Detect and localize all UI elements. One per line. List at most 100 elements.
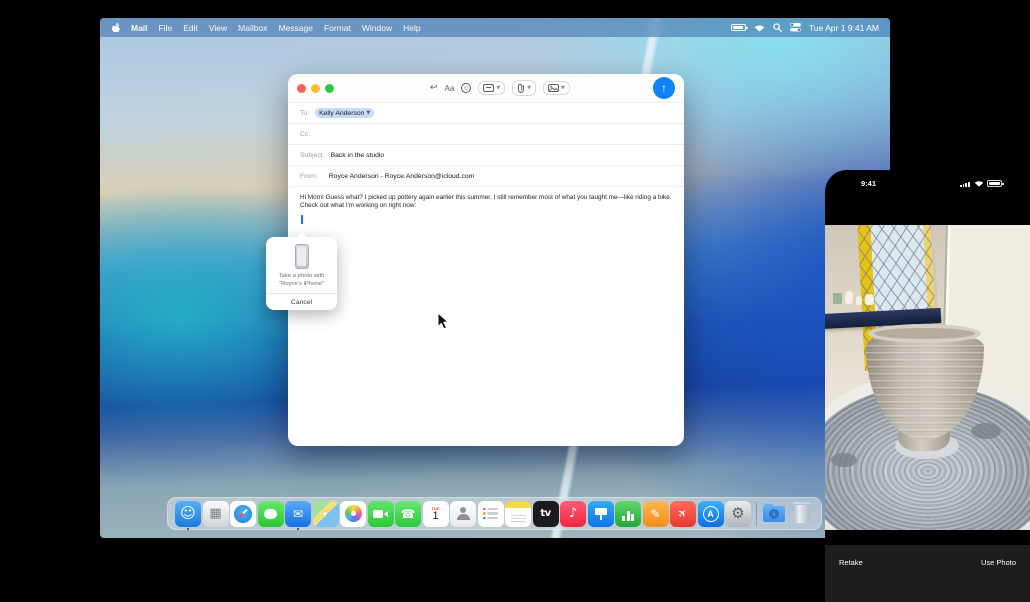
mail-toolbar: ↩ Aa ☺ ▼ ▼ ▼ ↑ xyxy=(288,74,684,103)
minimize-window-button[interactable] xyxy=(311,84,320,93)
cellular-signal-icon xyxy=(960,182,970,188)
chevron-down-icon: ▼ xyxy=(366,110,370,116)
use-photo-button[interactable]: Use Photo xyxy=(981,558,1016,567)
dock-app-keynote[interactable] xyxy=(588,501,614,527)
video-camera-icon xyxy=(373,510,383,518)
camera-action-bar: Retake Use Photo xyxy=(825,545,1030,602)
iphone-status-bar: 9:41 xyxy=(825,170,1030,196)
dock-app-maps[interactable]: ➤ xyxy=(313,501,339,527)
spotlight-search-icon[interactable] xyxy=(773,23,782,32)
chevron-down-icon: ▼ xyxy=(496,85,500,91)
format-text-button[interactable]: Aa xyxy=(445,84,455,93)
tv-logo: tv xyxy=(540,509,550,519)
dock-app-phone[interactable]: ☎ xyxy=(395,501,421,527)
running-indicator xyxy=(297,528,300,531)
apple-menu[interactable] xyxy=(111,22,120,33)
iphone-device-icon xyxy=(295,244,309,269)
dock-app-finder[interactable]: ☺ xyxy=(175,501,201,527)
send-arrow-icon: ↑ xyxy=(661,81,667,95)
camera-preview-pottery-photo xyxy=(825,225,1030,530)
green-card xyxy=(833,293,842,304)
to-label: To: xyxy=(300,110,309,117)
apple-logo-icon xyxy=(111,22,120,33)
header-fields-button[interactable]: ▼ xyxy=(478,81,505,95)
iphone-clock: 9:41 xyxy=(861,179,876,188)
attach-file-button[interactable]: ▼ xyxy=(512,80,536,96)
paperclip-icon xyxy=(517,83,525,93)
text-caret xyxy=(301,215,303,224)
music-note-icon: ♪ xyxy=(569,507,577,520)
menu-item-mail[interactable]: Mail xyxy=(131,23,148,33)
subject-value: Back in the studio xyxy=(331,152,385,159)
dock-app-reminders[interactable] xyxy=(478,501,504,527)
menu-bar-clock[interactable]: Tue Apr 1 9:41 AM xyxy=(809,23,879,33)
dock-app-rocket[interactable]: ✈ xyxy=(670,501,696,527)
downloads-folder-icon: ↓ xyxy=(763,506,785,522)
dock-app-appstore[interactable]: A xyxy=(698,501,724,527)
cc-label: Cc: xyxy=(300,131,310,138)
recipient-token[interactable]: Kelly Anderson▼ xyxy=(315,108,374,118)
location-arrow-icon: ➤ xyxy=(320,508,330,518)
dock-app-notes[interactable] xyxy=(505,501,531,527)
dock-app-calendar[interactable]: Tue1 xyxy=(423,501,449,527)
envelope-icon: ✉ xyxy=(293,508,303,520)
to-field-row[interactable]: To: Kelly Anderson▼ xyxy=(288,103,684,124)
phone-handset-icon: ☎ xyxy=(401,508,416,520)
from-field-row[interactable]: From: Royce Anderson - Royce.Anderson@ic… xyxy=(288,166,684,187)
podium-icon xyxy=(595,508,607,515)
cancel-button[interactable]: Cancel xyxy=(266,293,337,310)
dock-app-launchpad[interactable]: ▦ xyxy=(203,501,229,527)
undo-button[interactable]: ↩ xyxy=(430,84,438,93)
chevron-down-icon: ▼ xyxy=(561,85,565,91)
dock-app-tv[interactable]: tv xyxy=(533,501,559,527)
insert-photo-button[interactable]: ▼ xyxy=(543,81,570,95)
menu-item-help[interactable]: Help xyxy=(403,23,420,33)
control-center-icon[interactable] xyxy=(790,23,801,32)
menu-item-mailbox[interactable]: Mailbox xyxy=(238,23,267,33)
zoom-window-button[interactable] xyxy=(325,84,334,93)
dock: ☺ ▦ ✉ ➤ ☎ Tue1 tv ♪ ✎ ✈ A ⚙ ↓ xyxy=(167,497,822,530)
running-indicator xyxy=(187,528,190,531)
dock-app-mail[interactable]: ✉ xyxy=(285,501,311,527)
battery-icon[interactable] xyxy=(731,24,746,31)
menu-item-view[interactable]: View xyxy=(209,23,227,33)
dock-downloads-folder[interactable]: ↓ xyxy=(761,501,787,527)
menu-item-message[interactable]: Message xyxy=(278,23,313,33)
dock-app-pages[interactable]: ✎ xyxy=(643,501,669,527)
battery-icon xyxy=(987,180,1002,187)
ceramic-vase xyxy=(845,291,853,304)
dock-app-music[interactable]: ♪ xyxy=(560,501,586,527)
dock-app-numbers[interactable] xyxy=(615,501,641,527)
menu-item-file[interactable]: File xyxy=(159,23,173,33)
menu-item-edit[interactable]: Edit xyxy=(183,23,198,33)
dock-app-facetime[interactable] xyxy=(368,501,394,527)
popover-title: Take a photo with “Royce’s iPhone” xyxy=(266,273,337,288)
send-button[interactable]: ↑ xyxy=(653,77,675,99)
ceramic-vase xyxy=(856,296,862,305)
undo-icon: ↩ xyxy=(430,84,438,93)
dock-app-messages[interactable] xyxy=(258,501,284,527)
person-icon xyxy=(460,507,467,514)
emoji-button[interactable]: ☺ xyxy=(461,83,471,93)
wifi-icon[interactable] xyxy=(754,24,765,32)
cc-field-row[interactable]: Cc: xyxy=(288,124,684,145)
mail-compose-window: ↩ Aa ☺ ▼ ▼ ▼ ↑ To: Kelly Anderson▼ Cc: S… xyxy=(288,74,684,446)
dock-trash[interactable] xyxy=(789,501,815,527)
appstore-a-icon: A xyxy=(703,506,719,522)
subject-field-row[interactable]: Subject: Back in the studio xyxy=(288,145,684,166)
menu-item-window[interactable]: Window xyxy=(362,23,392,33)
chevron-down-icon: ▼ xyxy=(527,85,531,91)
wifi-icon xyxy=(974,180,984,187)
menu-item-format[interactable]: Format xyxy=(324,23,351,33)
dock-app-contacts[interactable] xyxy=(450,501,476,527)
retake-button[interactable]: Retake xyxy=(839,558,863,567)
subject-label: Subject: xyxy=(300,152,325,159)
close-window-button[interactable] xyxy=(297,84,306,93)
dock-app-safari[interactable] xyxy=(230,501,256,527)
message-body[interactable]: Hi Mom! Guess what? I picked up pottery … xyxy=(288,187,684,217)
gear-icon: ⚙ xyxy=(731,506,744,521)
dock-app-photos[interactable] xyxy=(340,501,366,527)
photo-icon xyxy=(548,84,559,92)
dock-app-settings[interactable]: ⚙ xyxy=(725,501,751,527)
screenshot-stage: Mail File Edit View Mailbox Message Form… xyxy=(0,0,1030,602)
